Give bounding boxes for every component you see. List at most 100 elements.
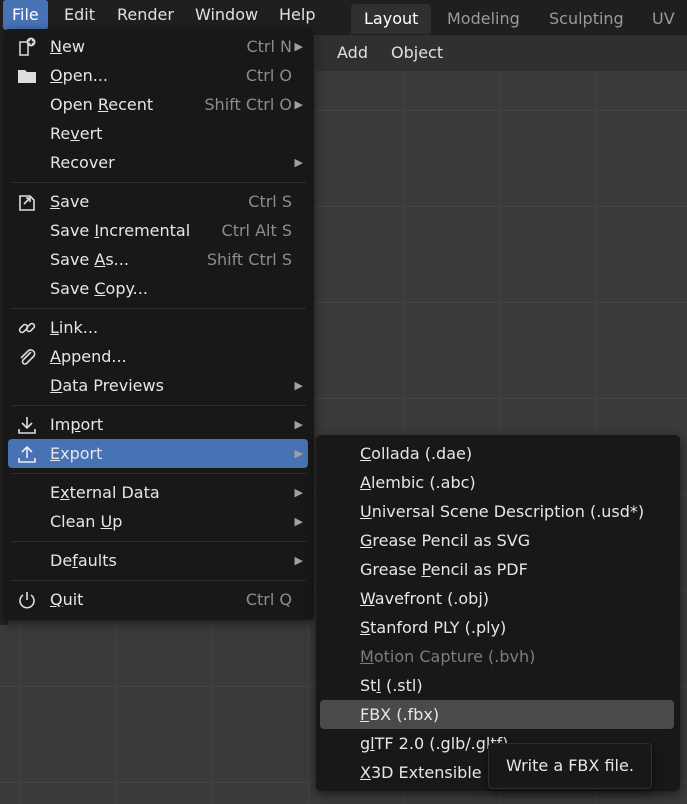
menu-separator [12,541,306,542]
submenu-arrow-icon: ▶ [294,40,303,53]
menu-file[interactable]: File [3,0,48,30]
submenu-arrow-icon: ▶ [294,379,303,392]
folder-icon [18,70,36,83]
shortcut-label: Ctrl Alt S [221,221,292,240]
shortcut-label: Ctrl O [245,66,292,85]
submenu-arrow-icon: ▶ [294,554,303,567]
menu-item-label: Clean Up [50,512,123,531]
menu-item-append[interactable]: Append... [8,342,308,371]
shortcut-label: Shift Ctrl O [204,95,292,114]
submenu-arrow-icon: ▶ [294,156,303,169]
menu-item-import[interactable]: Import ▶ [8,410,308,439]
submenu-arrow-icon: ▶ [294,447,303,460]
export-item-stanford-ply[interactable]: Stanford PLY (.ply) [320,613,674,642]
paperclip-icon [20,349,36,365]
menu-item-label: Grease Pencil as SVG [360,531,531,550]
shortcut-label: Ctrl N [246,37,292,56]
export-icon [18,445,36,463]
export-item-motion-capture[interactable]: Motion Capture (.bvh) [320,642,674,671]
tab-uv-editing[interactable]: UV E [639,4,687,58]
menu-item-label: Quit [50,590,84,609]
menu-item-save-as[interactable]: Save As... Shift Ctrl S [8,245,308,274]
menu-add[interactable]: Add [337,35,368,71]
export-item-usd[interactable]: Universal Scene Description (.usd*) [320,497,674,526]
export-item-wavefront[interactable]: Wavefront (.obj) [320,584,674,613]
menu-item-label: glTF 2.0 (.glb/.gltf) [360,734,509,753]
menu-item-label: New [50,37,85,56]
export-item-collada[interactable]: Collada (.dae) [320,439,674,468]
menu-item-label: Save Copy... [50,279,148,298]
menu-item-label: Save [50,192,90,211]
menu-item-recover[interactable]: Recover ▶ [8,148,308,177]
menu-item-link[interactable]: Link... [8,313,308,342]
menu-item-defaults[interactable]: Defaults ▶ [8,546,308,575]
file-menu: New Ctrl N ▶ Open... Ctrl O Open Recent … [4,29,314,620]
menu-item-export[interactable]: Export ▶ [8,439,308,468]
new-file-icon [19,37,36,56]
menu-item-label: Open... [50,66,108,85]
menu-item-label: Export [50,444,103,463]
menu-item-label: Collada (.dae) [360,444,473,463]
submenu-arrow-icon: ▶ [294,98,303,111]
menu-item-label: Data Previews [50,376,164,395]
menu-render[interactable]: Render [108,0,183,30]
menu-item-label: Save Incremental [50,221,191,240]
shortcut-label: Shift Ctrl S [206,250,292,269]
menu-item-open-recent[interactable]: Open Recent Shift Ctrl O ▶ [8,90,308,119]
link-icon [18,322,36,334]
menu-edit[interactable]: Edit [55,0,104,30]
export-submenu: Collada (.dae) Alembic (.abc) Universal … [316,435,680,791]
menu-item-new[interactable]: New Ctrl N ▶ [8,32,308,61]
menu-item-label: Alembic (.abc) [360,473,476,492]
menu-separator [12,308,306,309]
shortcut-label: Ctrl Q [245,590,292,609]
power-icon [19,592,35,609]
menu-item-save-copy[interactable]: Save Copy... [8,274,308,303]
menu-help[interactable]: Help [270,0,324,30]
shortcut-label: Ctrl S [248,192,292,211]
menu-item-label: Revert [50,124,103,143]
menu-item-label: Motion Capture (.bvh) [360,647,536,666]
menu-item-label: Stanford PLY (.ply) [360,618,507,637]
menu-item-label: Save As... [50,250,129,269]
export-item-fbx[interactable]: FBX (.fbx) [320,700,674,729]
tooltip: Write a FBX file. [488,743,652,789]
menu-item-label: FBX (.fbx) [360,705,440,724]
viewport-header: Add Object [316,35,687,71]
menu-item-external-data[interactable]: External Data ▶ [8,478,308,507]
menu-item-label: Universal Scene Description (.usd*) [360,502,645,521]
menu-item-clean-up[interactable]: Clean Up ▶ [8,507,308,536]
menu-item-data-previews[interactable]: Data Previews ▶ [8,371,308,400]
menu-separator [12,182,306,183]
menu-item-label: Defaults [50,551,117,570]
export-item-stl[interactable]: Stl (.stl) [320,671,674,700]
menu-separator [12,473,306,474]
export-item-grease-pencil-svg[interactable]: Grease Pencil as SVG [320,526,674,555]
menu-item-label: Recover [50,153,115,172]
menu-item-revert[interactable]: Revert [8,119,308,148]
menu-item-label: Append... [50,347,127,366]
menu-item-open[interactable]: Open... Ctrl O [8,61,308,90]
import-icon [18,417,36,434]
menu-item-quit[interactable]: Quit Ctrl Q [8,585,308,614]
menu-object[interactable]: Object [391,35,443,71]
menu-item-label: Import [50,415,104,434]
menu-separator [12,580,306,581]
menu-item-label: Wavefront (.obj) [360,589,490,608]
menu-item-save[interactable]: Save Ctrl S [8,187,308,216]
menu-separator [12,405,306,406]
tab-layout[interactable]: Layout [351,4,432,34]
export-item-grease-pencil-pdf[interactable]: Grease Pencil as PDF [320,555,674,584]
submenu-arrow-icon: ▶ [294,515,303,528]
save-icon [19,195,35,211]
menu-item-label: Open Recent [50,95,154,114]
submenu-arrow-icon: ▶ [294,486,303,499]
menu-item-label: Grease Pencil as PDF [360,560,528,579]
menu-item-label: Link... [50,318,99,337]
menu-item-save-incremental[interactable]: Save Incremental Ctrl Alt S [8,216,308,245]
menu-window[interactable]: Window [186,0,267,30]
tab-modeling[interactable]: Modeling [434,4,533,34]
export-item-alembic[interactable]: Alembic (.abc) [320,468,674,497]
menu-item-label: Stl (.stl) [360,676,423,695]
tab-sculpting[interactable]: Sculpting [536,4,637,34]
